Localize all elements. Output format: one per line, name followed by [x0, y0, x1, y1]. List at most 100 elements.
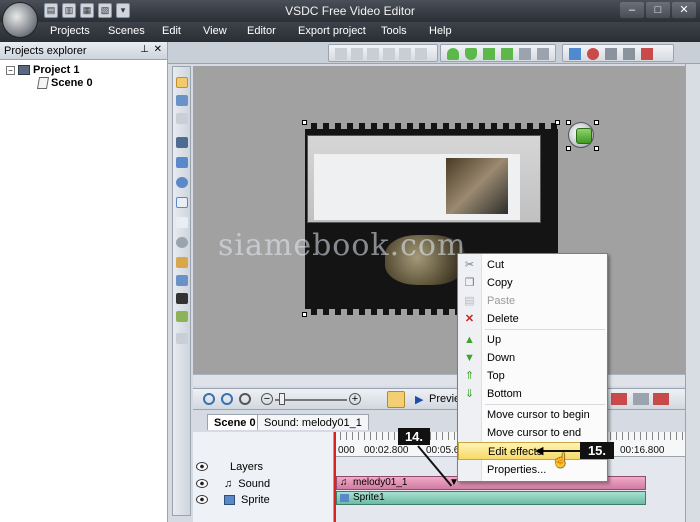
resize-handle-top-right[interactable] [555, 120, 560, 125]
horizontal-scrollbar[interactable] [193, 374, 685, 386]
ellipse-tool-icon[interactable] [176, 177, 188, 188]
menu-item-move-cursor-end[interactable]: Move cursor to end [458, 424, 607, 442]
audio-object-badge [576, 128, 592, 144]
arrow-bottom-icon[interactable] [501, 48, 513, 60]
ruler-tick-label: 00:02.800 [364, 445, 409, 456]
menu-item-properties[interactable]: Properties... [458, 461, 607, 479]
menu-help[interactable]: Help [429, 25, 452, 37]
app-logo-icon[interactable] [2, 2, 38, 38]
menu-item-top[interactable]: ⇑ Top [458, 367, 607, 385]
menu-item-copy[interactable]: ❐ Copy [458, 274, 607, 292]
title-bar: ▤ ▥ ▦ ▧ ▾ VSDC Free Video Editor – □ ✕ [0, 0, 700, 22]
video-tool-icon[interactable] [176, 275, 188, 286]
menu-item-delete[interactable]: ✕ Delete [458, 310, 607, 328]
close-panel-icon[interactable]: ✕ [154, 44, 162, 55]
move-tool-icon[interactable] [176, 113, 188, 124]
sprite-clip[interactable]: Sprite1 [336, 491, 646, 505]
visibility-eye-icon[interactable] [196, 479, 208, 488]
tab-scene-0[interactable]: Scene 0 [207, 414, 263, 430]
clip-label: melody01_1 [353, 477, 408, 488]
zoom-in-icon[interactable] [203, 393, 215, 405]
close-button[interactable]: ✕ [672, 2, 696, 18]
align-bottom-icon[interactable] [415, 48, 427, 60]
menu-view[interactable]: View [203, 25, 227, 37]
rectangle-tool-icon[interactable] [176, 157, 188, 168]
watermark: siamebook.com [218, 228, 467, 263]
split-icon[interactable] [611, 393, 627, 405]
collapse-icon[interactable]: − [6, 65, 15, 75]
zoom-minus-icon[interactable]: − [261, 393, 273, 405]
tree-item-project[interactable]: − Project 1 [6, 64, 79, 76]
align-right-icon[interactable] [367, 48, 379, 60]
resize-handle-bottom-left[interactable] [302, 312, 307, 317]
zoom-slider-thumb[interactable] [279, 393, 285, 405]
merge-icon[interactable] [633, 393, 649, 405]
menu-projects[interactable]: Projects [50, 25, 90, 37]
crop-icon[interactable] [605, 48, 617, 60]
minimize-button[interactable]: – [620, 2, 644, 18]
menu-edit[interactable]: Edit [162, 25, 181, 37]
pin-icon[interactable]: ⊥ [140, 44, 149, 55]
tree-item-label: Project 1 [33, 64, 80, 76]
menu-item-down[interactable]: ▼ Down [458, 349, 607, 367]
audio-object-icon[interactable] [566, 120, 598, 150]
visibility-eye-icon[interactable] [196, 495, 208, 504]
ungroup-icon[interactable] [537, 48, 549, 60]
zoom-out-icon[interactable] [221, 393, 233, 405]
resize-handle-top-left[interactable] [302, 120, 307, 125]
chart-tool-icon[interactable] [176, 237, 188, 248]
align-center-icon[interactable] [351, 48, 363, 60]
menu-scenes[interactable]: Scenes [108, 25, 145, 37]
menu-item-cut[interactable]: ✂ Cut [458, 256, 607, 274]
arrow-down-icon[interactable] [465, 48, 477, 60]
visibility-eye-icon[interactable] [196, 462, 208, 471]
menu-tools[interactable]: Tools [381, 25, 407, 37]
zoom-slider-track[interactable] [275, 399, 347, 401]
pointer-tool-icon[interactable] [176, 77, 188, 88]
snap-clock-icon[interactable] [387, 391, 405, 408]
align-left-icon[interactable] [335, 48, 347, 60]
audio-tool-icon[interactable] [176, 293, 188, 304]
grid-icon[interactable] [569, 48, 581, 60]
zoom-fit-icon[interactable] [239, 393, 251, 405]
vertical-scrollbar[interactable] [685, 64, 700, 522]
layer-row-sprite[interactable]: Sprite [193, 492, 334, 507]
tab-sound-melody[interactable]: Sound: melody01_1 [257, 414, 369, 430]
text-tool-icon[interactable] [176, 197, 188, 208]
play-icon[interactable]: ▶ [415, 393, 423, 406]
menu-item-paste[interactable]: ▤ Paste [458, 292, 607, 310]
arrow-top-icon: ⇑ [464, 370, 475, 382]
trim-icon[interactable] [653, 393, 669, 405]
effects-tool-icon[interactable] [176, 311, 188, 322]
layers-header-row: Layers [193, 459, 334, 474]
align-top-icon[interactable] [383, 48, 395, 60]
arrow-top-icon[interactable] [483, 48, 495, 60]
tree-item-label: Scene 0 [51, 77, 93, 89]
subtitle-tool-icon[interactable] [176, 217, 188, 228]
layer-row-sound[interactable]: ♫ Sound [193, 476, 334, 491]
resize-icon[interactable] [623, 48, 635, 60]
menu-editor[interactable]: Editor [247, 25, 276, 37]
delete-tool-icon[interactable] [641, 48, 653, 60]
music-note-icon: ♫ [224, 477, 233, 490]
film-edge-top [305, 123, 558, 129]
zoom-plus-icon[interactable]: + [349, 393, 361, 405]
menu-item-move-cursor-begin[interactable]: Move cursor to begin [458, 406, 607, 424]
more-tools-icon[interactable] [176, 333, 188, 344]
sprite-tool-icon[interactable] [176, 257, 188, 268]
menu-bar: Projects Scenes Edit View Editor Export … [0, 22, 700, 42]
magnet-icon[interactable] [587, 48, 599, 60]
menu-item-bottom[interactable]: ⇓ Bottom [458, 385, 607, 403]
align-middle-icon[interactable] [399, 48, 411, 60]
tree-item-scene[interactable]: Scene 0 [36, 77, 93, 89]
line-tool-icon[interactable] [176, 137, 188, 148]
timeline-cursor[interactable] [334, 432, 336, 522]
arrow-up-icon[interactable] [447, 48, 459, 60]
menu-item-up[interactable]: ▲ Up [458, 331, 607, 349]
menu-export-project[interactable]: Export project [298, 25, 366, 37]
zoom-tool-icon[interactable] [176, 95, 188, 106]
maximize-button[interactable]: □ [646, 2, 670, 18]
arrow-bottom-icon: ⇓ [464, 388, 475, 400]
group-icon[interactable] [519, 48, 531, 60]
order-tools-group [440, 44, 556, 62]
